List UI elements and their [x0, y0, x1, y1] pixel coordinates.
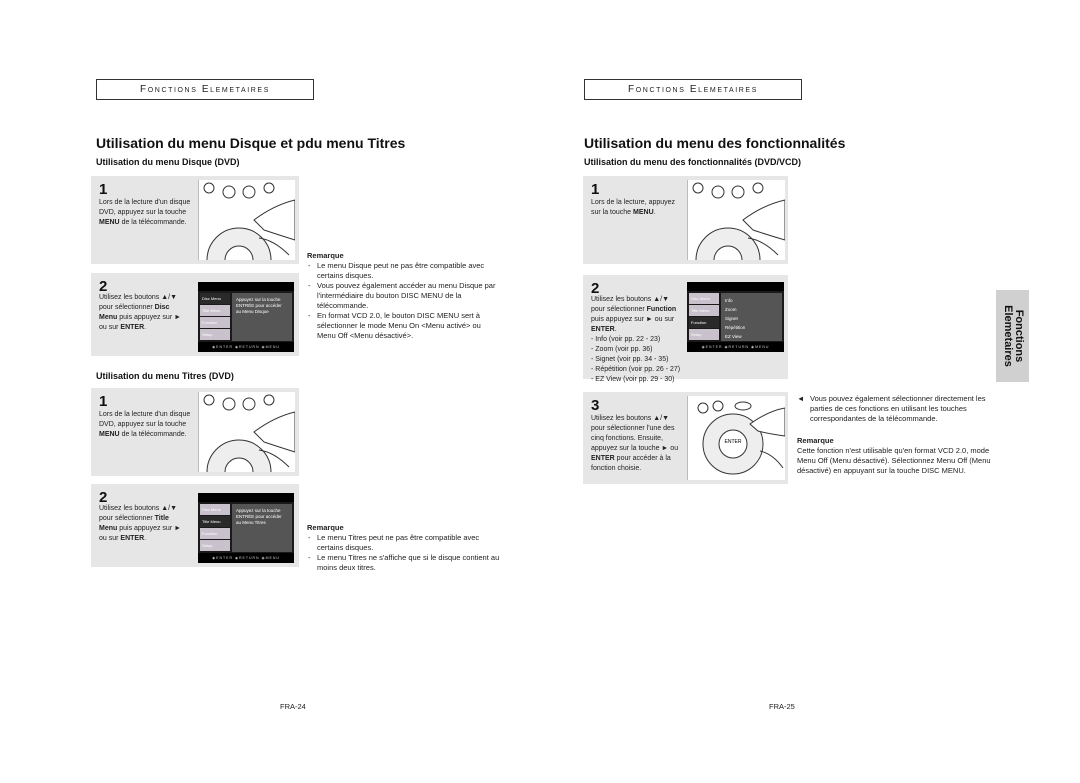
- function-list-item: Info (voir pp. 22 - 23): [591, 335, 691, 345]
- osd-message: Appuyez sur la touche ENTRÉE pour accéde…: [232, 504, 292, 552]
- side-tab-line2: Elemetaires: [1001, 305, 1014, 367]
- subtitle-function-menu: Utilisation du menu des fonctionnalités …: [584, 157, 802, 167]
- osd-item-disc-menu: Disc Menu: [689, 293, 719, 304]
- step-text: Utilisez les boutons ▲/▼ pour sélectionn…: [591, 295, 691, 385]
- remark-title: Remarque: [307, 251, 344, 260]
- remark-item: Vous pouvez également accéder au menu Di…: [307, 281, 497, 311]
- remote-control-illustration: ENTER: [687, 396, 785, 480]
- step-number: 2: [99, 278, 108, 295]
- remark-title: Remarque: [797, 436, 834, 445]
- osd-screen-function-menu: Disc Menu Title Menu Function Setup Info…: [687, 282, 784, 352]
- step-number: 3: [591, 397, 600, 414]
- step-panel-disc-2: 2 Utilisez les boutons ▲/▼ pour sélectio…: [91, 273, 299, 356]
- step-text: Utilisez les boutons ▲/▼ pour sélectionn…: [591, 415, 679, 472]
- subtitle-disc-menu: Utilisation du menu Disque (DVD): [96, 157, 240, 167]
- remark-text: Cette fonction n'est utilisable qu'en fo…: [797, 446, 991, 475]
- remote-hand-icon: [203, 394, 295, 472]
- osd-option-ez-view: EZ View: [725, 334, 742, 339]
- osd-footer: ◉ENTER ◉RETURN ◉MENU: [198, 342, 294, 352]
- osd-item-disc-menu: Disc Menu: [200, 504, 230, 515]
- remark-disc-menu: Remarque Le menu Disque peut ne pas être…: [307, 251, 497, 341]
- osd-item-setup: Setup: [200, 329, 230, 340]
- osd-function-options: Info Zoom Signet Répétition EZ View: [721, 293, 782, 341]
- step-number: 1: [99, 181, 108, 198]
- remote-control-illustration: [198, 392, 295, 472]
- section-header-text: Fonctions Elemetaires: [140, 84, 270, 95]
- osd-option-zoom: Zoom: [725, 307, 737, 312]
- osd-option-repetition: Répétition: [725, 325, 746, 330]
- page-title-right: Utilisation du menu des fonctionnalités: [584, 135, 846, 151]
- step-panel-function-1: 1 Lors de la lecture, appuyez sur la tou…: [583, 176, 788, 264]
- function-list-item: EZ View (voir pp. 29 - 30): [591, 375, 691, 385]
- tip-text: Vous pouvez également sélectionner direc…: [810, 394, 986, 423]
- osd-screen-title-menu: Disc Menu Title Menu Function Setup Appu…: [198, 493, 294, 563]
- page-number-right: FRA-25: [769, 702, 795, 711]
- function-list-item: Signet (voir pp. 34 - 35): [591, 355, 691, 365]
- side-tab-line1: Fonctions: [1012, 309, 1025, 363]
- subtitle-title-menu: Utilisation du menu Titres (DVD): [96, 371, 234, 381]
- osd-item-disc-menu: Disc Menu: [200, 293, 230, 304]
- osd-item-title-menu: Title Menu: [689, 305, 719, 316]
- step-panel-title-2: 2 Utilisez les boutons ▲/▼ pour sélectio…: [91, 484, 299, 567]
- osd-item-setup: Setup: [689, 329, 719, 340]
- step-number: 2: [591, 280, 600, 297]
- osd-item-setup: Setup: [200, 540, 230, 551]
- page-number-left: FRA-24: [280, 702, 306, 711]
- section-header-text: Fonctions Elemetaires: [628, 84, 758, 95]
- osd-message: Appuyez sur la touche ENTRÉE pour accéde…: [232, 293, 292, 341]
- osd-footer: ◉ENTER ◉RETURN ◉MENU: [687, 342, 784, 352]
- osd-item-title-menu: Title Menu: [200, 516, 230, 527]
- osd-item-title-menu: Title Menu: [200, 305, 230, 316]
- function-list: Info (voir pp. 22 - 23) Zoom (voir pp. 3…: [591, 335, 691, 385]
- step-number: 1: [591, 181, 600, 198]
- step-text: Lors de la lecture, appuyez sur la touch…: [591, 199, 676, 216]
- section-header-right: Fonctions Elemetaires: [584, 79, 802, 100]
- osd-item-function: Function: [200, 528, 230, 539]
- arrow-left-icon: ◄: [797, 394, 805, 403]
- remote-control-illustration: [198, 180, 295, 260]
- remark-item: En format VCD 2.0, le bouton DISC MENU s…: [307, 311, 497, 341]
- function-list-item: Répétition (voir pp. 26 - 27): [591, 365, 691, 375]
- osd-item-function: Function: [689, 317, 719, 328]
- osd-footer: ◉ENTER ◉RETURN ◉MENU: [198, 553, 294, 563]
- remote-dpad-hand-icon: ENTER: [697, 400, 785, 475]
- step-panel-disc-1: 1 Lors de la lecture d'un disque DVD, ap…: [91, 176, 299, 264]
- step-text: Lors de la lecture d'un disque DVD, appu…: [99, 199, 191, 226]
- step-panel-title-1: 1 Lors de la lecture d'un disque DVD, ap…: [91, 388, 299, 476]
- remark-item: Le menu Titres peut ne pas être compatib…: [307, 533, 502, 553]
- remote-control-illustration: [687, 180, 785, 260]
- osd-item-function: Function: [200, 317, 230, 328]
- remark-title-menu: Remarque Le menu Titres peut ne pas être…: [307, 523, 502, 573]
- page-title-left: Utilisation du menu Disque et pdu menu T…: [96, 135, 406, 151]
- chapter-side-tab: Fonctions Elemetaires: [996, 290, 1029, 382]
- function-list-item: Zoom (voir pp. 36): [591, 345, 691, 355]
- step-text: Utilisez les boutons ▲/▼ pour sélectionn…: [99, 294, 182, 331]
- svg-text:ENTER: ENTER: [725, 439, 742, 445]
- osd-screen-disc-menu: Disc Menu Title Menu Function Setup Appu…: [198, 282, 294, 352]
- step-text: Lors de la lecture d'un disque DVD, appu…: [99, 411, 191, 438]
- step-number: 1: [99, 393, 108, 410]
- remote-hand-icon: [692, 182, 785, 260]
- remote-hand-icon: [203, 182, 295, 260]
- section-header-left: Fonctions Elemetaires: [96, 79, 314, 100]
- step-number: 2: [99, 489, 108, 506]
- remark-item: Le menu Disque peut ne pas être compatib…: [307, 261, 497, 281]
- step-text: Utilisez les boutons ▲/▼ pour sélectionn…: [99, 505, 182, 542]
- step-panel-function-3: 3 Utilisez les boutons ▲/▼ pour sélectio…: [583, 392, 788, 484]
- osd-option-signet: Signet: [725, 316, 738, 321]
- tip-direct-keys: ◄ Vous pouvez également sélectionner dir…: [797, 394, 992, 424]
- osd-option-info: Info: [725, 298, 733, 303]
- remark-item: Le menu Titres ne s'affiche que si le di…: [307, 553, 502, 573]
- remark-title: Remarque: [307, 523, 344, 532]
- remark-function-menu: Remarque Cette fonction n'est utilisable…: [797, 436, 992, 476]
- step-panel-function-2: 2 Utilisez les boutons ▲/▼ pour sélectio…: [583, 275, 788, 383]
